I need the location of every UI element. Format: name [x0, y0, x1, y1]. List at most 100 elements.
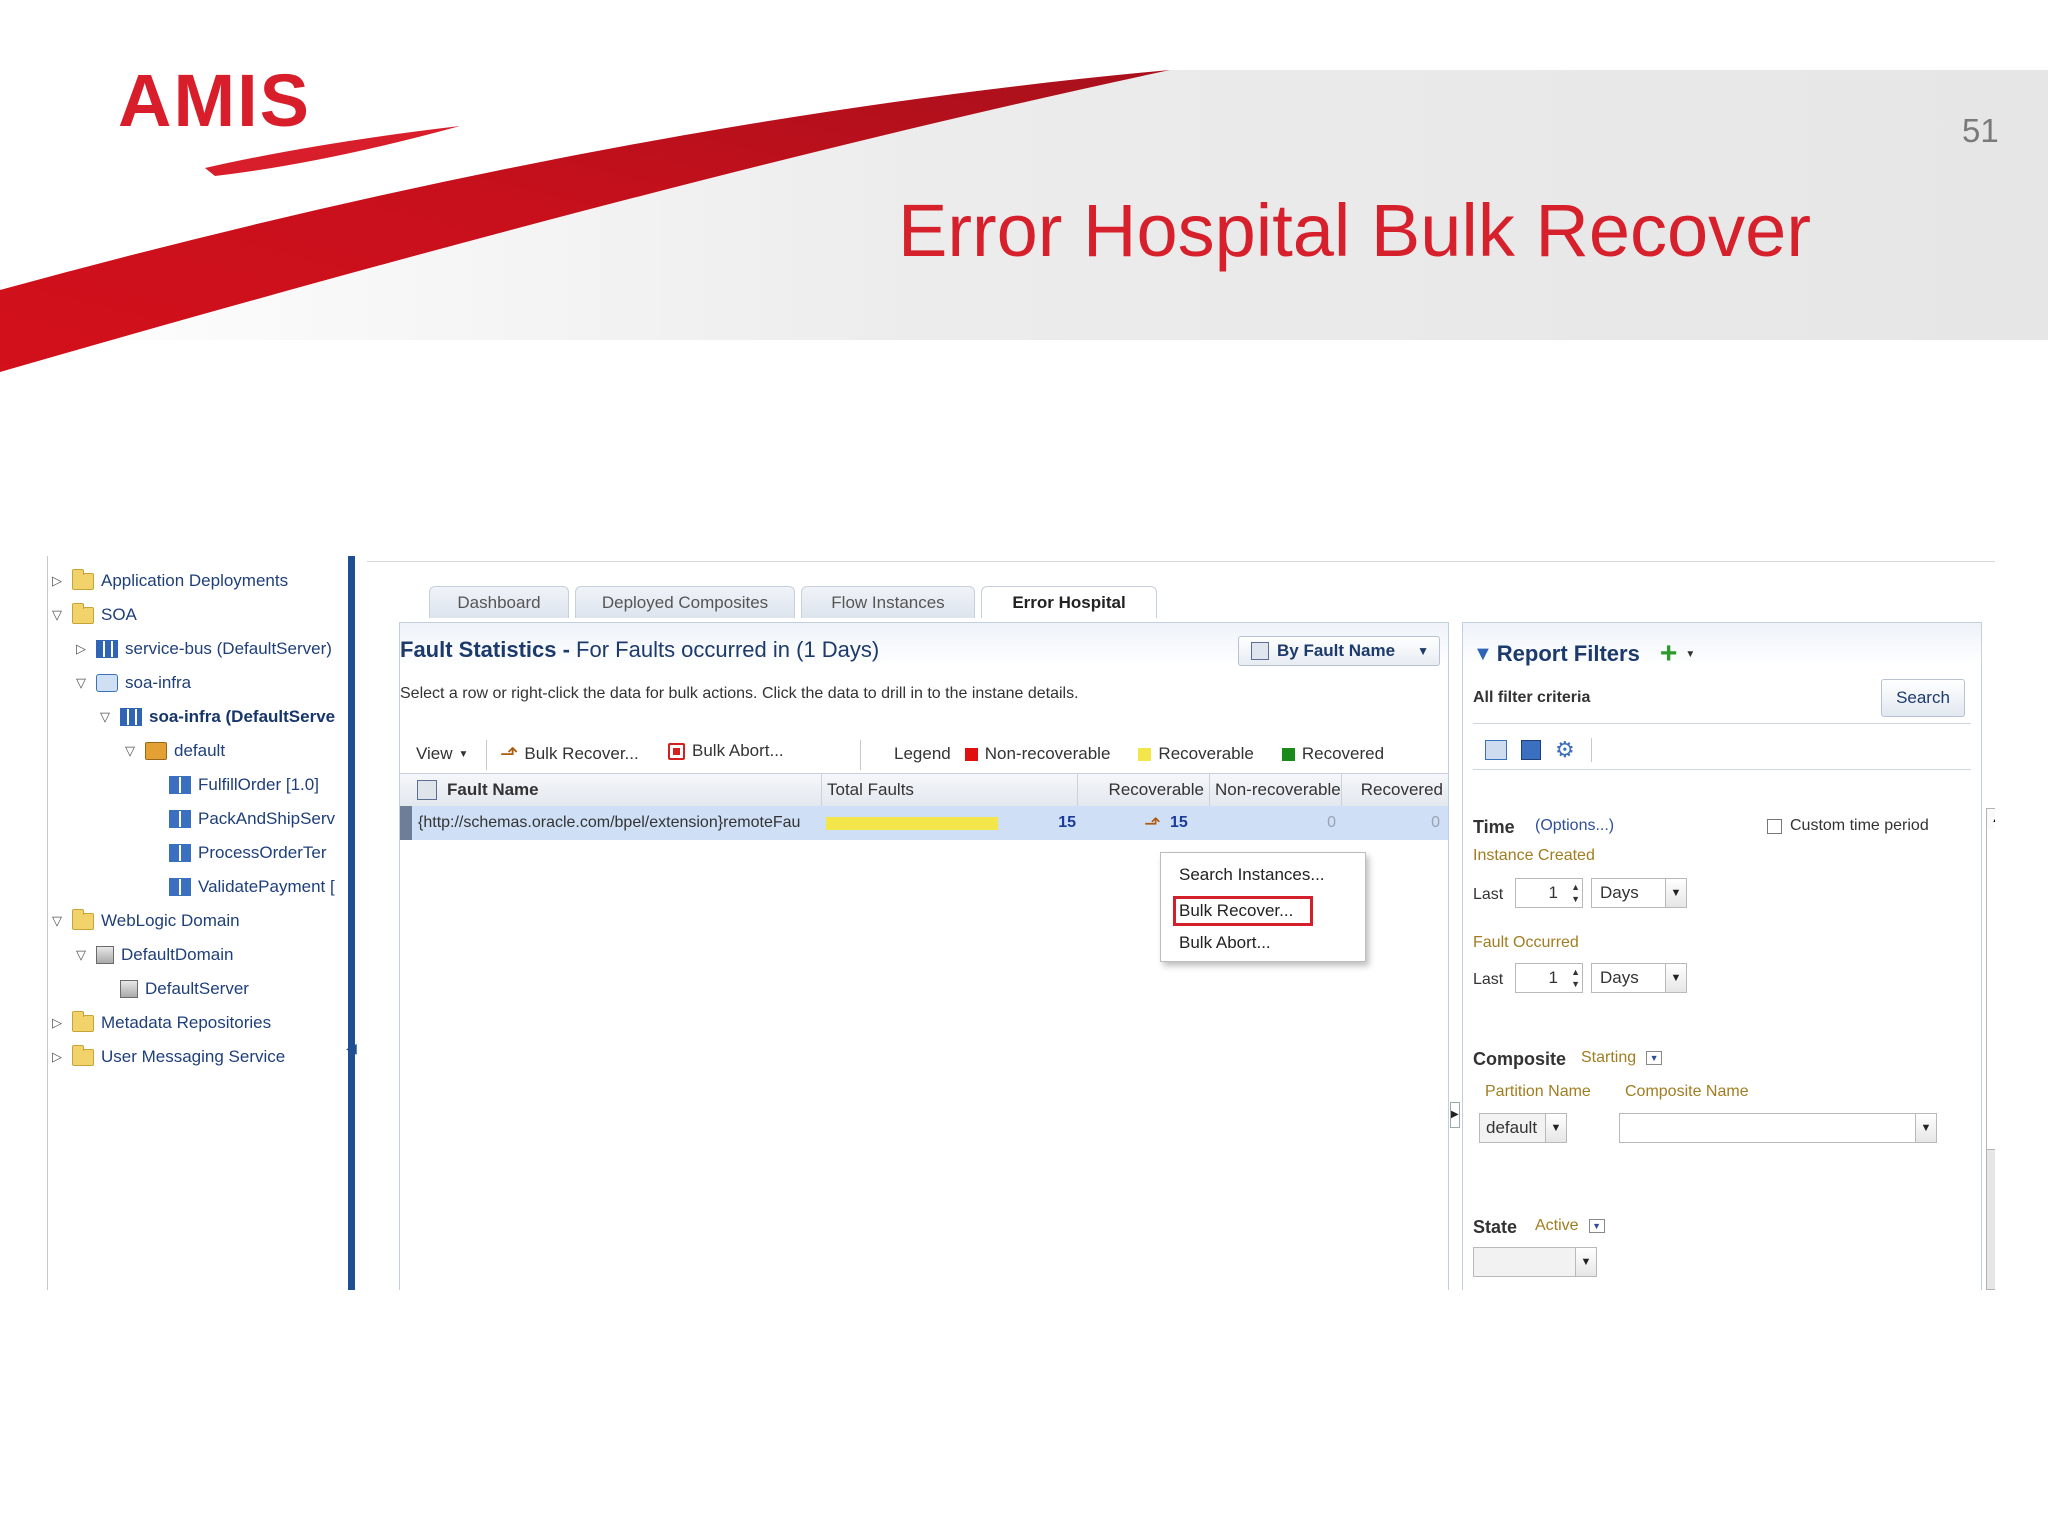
collapse-icon[interactable]: ▽ [125, 743, 139, 759]
scroll-thumb[interactable] [1987, 829, 1995, 1150]
instance-created-unit-select[interactable]: Days ▼ [1591, 878, 1687, 908]
total-faults-cell[interactable]: 15 [1036, 806, 1076, 840]
composite-icon [169, 878, 191, 896]
partition-name-select[interactable]: default ▼ [1479, 1113, 1567, 1143]
row-selector[interactable] [400, 806, 412, 840]
column-total-faults[interactable]: Total Faults [822, 774, 1078, 806]
recovered-swatch [1281, 747, 1295, 761]
instance-created-last-input[interactable]: 1 ▲ ▼ [1515, 878, 1583, 908]
checkbox[interactable] [1767, 818, 1782, 834]
instance-created-label: Instance Created [1473, 847, 1595, 864]
logo-swoosh [205, 126, 460, 176]
non-recoverable-swatch [964, 747, 978, 761]
non-recoverable-cell[interactable]: 0 [1280, 806, 1336, 840]
toolbar-divider [1590, 738, 1592, 762]
composite-mode-value: Starting [1581, 1049, 1637, 1066]
save-icon[interactable] [1521, 740, 1541, 760]
filters-divider [1473, 769, 1971, 770]
tree-item-weblogic-domain[interactable]: ▽ WebLogic Domain [52, 908, 240, 933]
tab-dashboard[interactable]: Dashboard [429, 586, 569, 618]
table-row[interactable]: {http://schemas.oracle.com/bpel/extensio… [400, 806, 1448, 840]
tab-deployed-composites[interactable]: Deployed Composites [575, 586, 795, 618]
view-menu[interactable]: View ▼ [416, 744, 468, 764]
cluster-icon [96, 640, 118, 658]
column-recovered[interactable]: Recovered [1342, 774, 1448, 806]
collapse-icon[interactable]: ▽ [52, 913, 66, 929]
time-options-link[interactable]: (Options...) [1535, 817, 1614, 835]
fault-occurred-unit-select[interactable]: Days ▼ [1591, 963, 1687, 993]
column-fault-name[interactable]: Fault Name [400, 774, 822, 806]
recoverable-swatch [1138, 747, 1152, 761]
query-icon[interactable] [1485, 740, 1507, 760]
report-filters-label: Report Filters [1496, 641, 1640, 666]
filter-funnel-icon: ▼ [1473, 642, 1493, 665]
search-button[interactable]: Search [1881, 679, 1965, 717]
recoverable-cell[interactable]: 15 [1170, 806, 1206, 840]
filter-toolbar: ⚙ [1485, 737, 1592, 763]
column-non-recoverable[interactable]: Non-recoverable [1210, 774, 1342, 806]
composite-match-mode[interactable]: Starting ▼ [1581, 1049, 1663, 1067]
tree-item-label: service-bus (DefaultServer) [125, 639, 332, 658]
group-by-dropdown[interactable]: By Fault Name ▼ [1238, 636, 1440, 666]
menu-item-bulk-recover[interactable]: Bulk Recover... [1179, 901, 1293, 921]
view-label: View [416, 744, 453, 763]
last-label: Last [1473, 886, 1504, 903]
bulk-recover-button[interactable]: ⬏ Bulk Recover... [500, 741, 639, 767]
tree-item-label: default [174, 741, 226, 760]
composite-name-select[interactable]: ▼ [1619, 1113, 1937, 1143]
tree-item-soa[interactable]: ▽ SOA [52, 602, 137, 627]
column-recoverable[interactable]: Recoverable [1078, 774, 1210, 806]
tree-item-default-partition[interactable]: ▽ default [125, 739, 225, 763]
fault-name-cell[interactable]: {http://schemas.oracle.com/bpel/extensio… [418, 806, 820, 840]
add-filter-icon[interactable]: + [1660, 637, 1678, 671]
collapse-icon[interactable]: ▽ [76, 675, 90, 691]
fault-toolbar: View ▼ ⬏ Bulk Recover... Bulk Abort... L… [400, 736, 1448, 772]
collapse-pane-icon[interactable]: ◀ [346, 1040, 357, 1057]
state-select[interactable]: ▼ [1473, 1247, 1597, 1277]
gear-icon[interactable]: ⚙ [1555, 737, 1575, 763]
collapse-icon[interactable]: ▽ [76, 947, 90, 963]
tree-item-composite[interactable]: ProcessOrderTer [149, 841, 326, 865]
expand-icon[interactable]: ▷ [52, 1049, 66, 1065]
custom-time-label: Custom time period [1790, 817, 1929, 834]
tree-item-label: DefaultServer [145, 979, 249, 998]
tree-item-soa-infra[interactable]: ▽ soa-infra [76, 671, 191, 695]
tree-item-label: PackAndShipServ [198, 809, 336, 828]
spinner-icon[interactable]: ▲ ▼ [1571, 881, 1580, 905]
custom-time-period[interactable]: Custom time period [1767, 817, 1929, 835]
tree-item-soa-infra-server[interactable]: ▽ soa-infra (DefaultServe [100, 705, 335, 729]
pane-splitter[interactable] [348, 556, 355, 1290]
legend-label: Legend [894, 744, 951, 763]
spinner-icon[interactable]: ▲ ▼ [1571, 966, 1580, 990]
tree-item-composite[interactable]: ValidatePayment [ [149, 875, 335, 899]
scroll-up-icon[interactable]: ▲ [1987, 809, 1995, 830]
state-match-mode[interactable]: Active ▼ [1535, 1217, 1605, 1235]
tab-error-hospital[interactable]: Error Hospital [981, 586, 1157, 618]
tree-item-default-server[interactable]: DefaultServer [100, 977, 249, 1001]
collapse-icon[interactable]: ▽ [100, 709, 114, 725]
filters-scrollbar[interactable]: ▲ [1986, 808, 1995, 1290]
tree-item-user-messaging-service[interactable]: ▷ User Messaging Service [52, 1044, 285, 1069]
bulk-abort-button[interactable]: Bulk Abort... [668, 741, 784, 761]
expand-filters-icon[interactable]: ▶ [1450, 1102, 1460, 1128]
collapse-icon[interactable]: ▽ [52, 607, 66, 623]
tab-flow-instances[interactable]: Flow Instances [801, 586, 975, 618]
tree-item-composite[interactable]: FulfillOrder [1.0] [149, 773, 319, 797]
tree-item-application-deployments[interactable]: ▷ Application Deployments [52, 568, 288, 593]
chevron-down-icon[interactable]: ▼ [1685, 649, 1695, 660]
tab-bar: Dashboard Deployed Composites Flow Insta… [367, 561, 1995, 618]
fault-occurred-last-input[interactable]: 1 ▲ ▼ [1515, 963, 1583, 993]
tree-item-default-domain[interactable]: ▽ DefaultDomain [76, 943, 233, 967]
tree-item-metadata-repositories[interactable]: ▷ Metadata Repositories [52, 1010, 271, 1035]
expand-icon[interactable]: ▷ [52, 573, 66, 589]
expand-icon[interactable]: ▷ [52, 1015, 66, 1031]
bulk-recover-label: Bulk Recover... [524, 744, 639, 763]
menu-item-bulk-abort[interactable]: Bulk Abort... [1179, 933, 1271, 953]
folder-icon [72, 908, 94, 930]
expand-icon[interactable]: ▷ [76, 641, 90, 657]
tree-item-service-bus[interactable]: ▷ service-bus (DefaultServer) [76, 637, 332, 661]
tree-item-composite[interactable]: PackAndShipServ [149, 807, 335, 831]
menu-item-search-instances[interactable]: Search Instances... [1179, 865, 1325, 885]
chevron-down-icon: ▼ [1915, 1114, 1936, 1142]
recovered-cell[interactable]: 0 [1390, 806, 1440, 840]
